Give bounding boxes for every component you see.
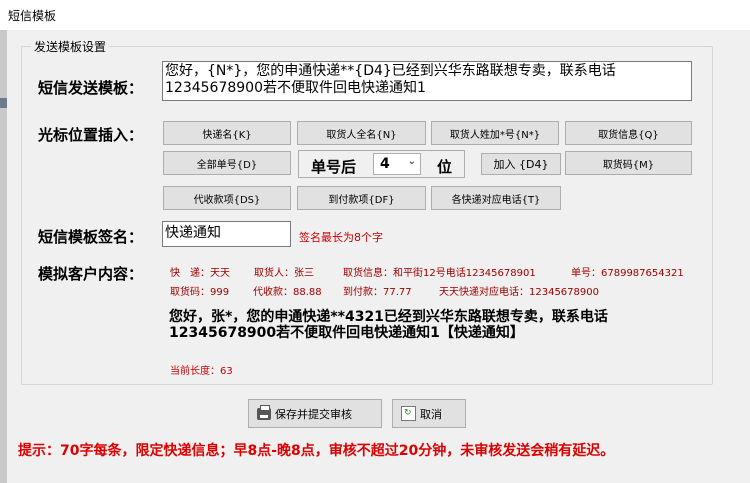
- insert-recipient-surname-button[interactable]: 取货人姓加*号{N*}: [431, 121, 559, 145]
- group-label: 发送模板设置: [31, 38, 110, 55]
- background-icon: [0, 98, 7, 108]
- printer-icon: [257, 404, 271, 420]
- insert-recipient-fullname-button[interactable]: 取货人全名{N}: [297, 121, 426, 145]
- insert-freight-collect-button[interactable]: 到付款项{DF}: [297, 186, 426, 210]
- title-bar: 短信模板: [0, 0, 750, 31]
- digit-prefix-label: 单号后: [311, 158, 357, 176]
- current-length: 当前长度：63: [170, 366, 233, 377]
- digit-count-select[interactable]: 4 ⌄: [373, 153, 421, 175]
- save-submit-button[interactable]: 保存并提交审核: [248, 399, 382, 428]
- preview-cod: 代收款：88.88: [253, 287, 322, 298]
- preview-freight-collect: 到付款：77.77: [343, 287, 412, 298]
- insert-courier-name-button[interactable]: 快递名{K}: [163, 121, 291, 145]
- preview-courier-phone: 天天快递对应电话：12345678900: [439, 287, 599, 298]
- signature-hint: 签名最长为8个字: [299, 231, 383, 244]
- digit-count-value: 4: [380, 156, 390, 172]
- preview-recipient: 取货人：张三: [254, 268, 314, 279]
- cancel-button[interactable]: ↻ 取消: [392, 399, 466, 428]
- insert-digits-button[interactable]: 加入 {D4}: [481, 153, 561, 175]
- insert-label: 光标位置插入：: [38, 126, 144, 144]
- template-label: 短信发送模板：: [38, 79, 144, 97]
- preview-courier: 快 递：天天: [170, 268, 230, 279]
- digit-suffix-label: 位: [437, 158, 453, 176]
- insert-courier-phone-button[interactable]: 各快递对应电话{T}: [431, 186, 561, 210]
- insert-pickup-code-button[interactable]: 取货码{M}: [565, 151, 692, 175]
- cancel-label: 取消: [420, 407, 442, 421]
- insert-pickup-info-button[interactable]: 取货信息{Q}: [565, 121, 692, 145]
- preview-label: 模拟客户内容：: [38, 265, 144, 283]
- chevron-down-icon: ⌄: [407, 156, 416, 167]
- insert-cod-button[interactable]: 代收款项{DS}: [163, 186, 291, 210]
- refresh-icon: ↻: [401, 406, 416, 421]
- preview-pickup-code: 取货码：999: [170, 287, 230, 298]
- template-textarea[interactable]: 您好，{N*}，您的申通快递**{D4}已经到兴华东路联想专卖，联系电话1234…: [162, 61, 692, 101]
- signature-input[interactable]: 快递通知: [162, 221, 291, 247]
- footer-tip: 提示：70字每条，限定快递信息；早8点-晚8点，审核不超过20分钟，未审核发送会…: [18, 443, 615, 459]
- window-title: 短信模板: [8, 9, 57, 23]
- insert-all-tracking-button[interactable]: 全部单号{D}: [163, 151, 291, 175]
- preview-pickup-info: 取货信息：和平街12号电话12345678901: [343, 268, 536, 279]
- background-window-strip: [0, 30, 7, 483]
- preview-tracking: 单号：6789987654321: [571, 268, 684, 279]
- signature-label: 短信模板签名：: [38, 228, 144, 246]
- sms-template-dialog: 发送模板设置 短信发送模板： 您好，{N*}，您的申通快递**{D4}已经到兴华…: [7, 30, 750, 483]
- save-submit-label: 保存并提交审核: [275, 407, 352, 421]
- preview-message: 您好，张*，您的申通快递**4321已经到兴华东路联想专卖，联系电话123456…: [169, 309, 608, 341]
